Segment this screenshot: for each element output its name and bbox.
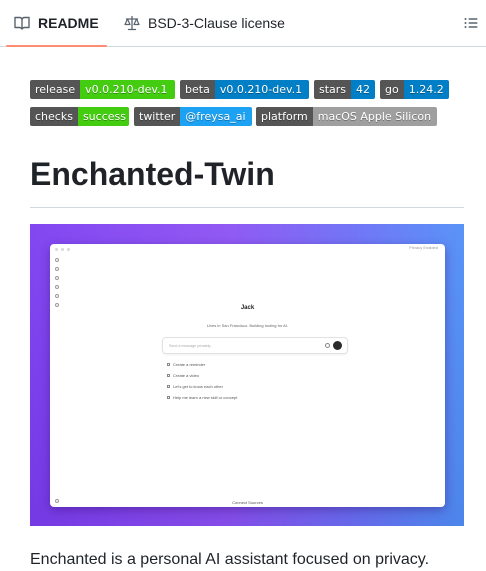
profile-name: Jack [240, 305, 255, 311]
outline-button[interactable] [462, 14, 480, 32]
badge-release[interactable]: release v0.0.210-dev.1 [30, 80, 175, 99]
badge-value: success [77, 107, 129, 126]
sidebar-icons [55, 258, 59, 307]
badge-label: platform [256, 107, 313, 126]
readme-tab-bar: README BSD-3-Clause license [0, 0, 486, 47]
badge-twitter[interactable]: twitter @freysa_ai [134, 107, 252, 126]
readme-title: Enchanted-Twin [30, 156, 275, 192]
privacy-indicator: Privacy Enabled [409, 245, 438, 250]
readme-description: Enchanted is a personal AI assistant foc… [30, 551, 430, 568]
tab-readme[interactable]: README [6, 0, 107, 47]
badge-label: beta [180, 80, 215, 99]
app-window-mockup: Privacy Enabled Jack Lives in San Franci… [50, 244, 445, 507]
badge-value: macOS Apple Silicon [312, 107, 437, 126]
badge-go[interactable]: go 1.24.2 [380, 80, 449, 99]
badge-value: 1.24.2 [403, 80, 449, 99]
list-unordered-icon [464, 18, 478, 28]
badge-platform[interactable]: platform macOS Apple Silicon [256, 107, 437, 126]
tab-license[interactable]: BSD-3-Clause license [116, 0, 293, 46]
window-controls [55, 248, 70, 251]
book-icon [14, 15, 30, 31]
message-input-mockup: Send a message privately... [162, 337, 348, 354]
law-scale-icon [124, 15, 140, 31]
badge-stars[interactable]: stars 42 [314, 80, 375, 99]
suggestion-item: Let's get to know each other [167, 384, 237, 389]
badge-checks[interactable]: checks success [30, 107, 129, 126]
active-tab-indicator [6, 45, 107, 47]
tab-license-label: BSD-3-Clause license [148, 15, 285, 31]
badge-value: v0.0.210-dev.1 [80, 80, 175, 99]
suggestion-item: Create a reminder [167, 362, 237, 367]
message-placeholder: Send a message privately... [169, 344, 214, 348]
globe-icon [325, 343, 330, 348]
badge-label: checks [30, 107, 78, 126]
title-divider [30, 207, 464, 208]
tab-readme-label: README [38, 15, 99, 31]
send-icon [333, 341, 342, 350]
badge-value: v0.0.210-dev.1 [214, 80, 309, 99]
suggestion-item: Create a video [167, 373, 237, 378]
badge-label: stars [314, 80, 352, 99]
suggestion-item: Help me learn a new skill or concept [167, 395, 237, 400]
badge-label: release [30, 80, 81, 99]
badge-value: @freysa_ai [180, 107, 252, 126]
badge-beta[interactable]: beta v0.0.210-dev.1 [180, 80, 309, 99]
suggestion-list: Create a reminder Create a video Let's g… [167, 362, 237, 400]
badge-label: twitter [134, 107, 181, 126]
profile-bio: Lives in San Francisco. Building tooling… [206, 323, 289, 328]
connect-sources: Connect Sources [232, 500, 263, 505]
badge-label: go [380, 80, 404, 99]
app-screenshot-image[interactable]: Privacy Enabled Jack Lives in San Franci… [30, 224, 464, 526]
badge-value: 42 [351, 80, 375, 99]
